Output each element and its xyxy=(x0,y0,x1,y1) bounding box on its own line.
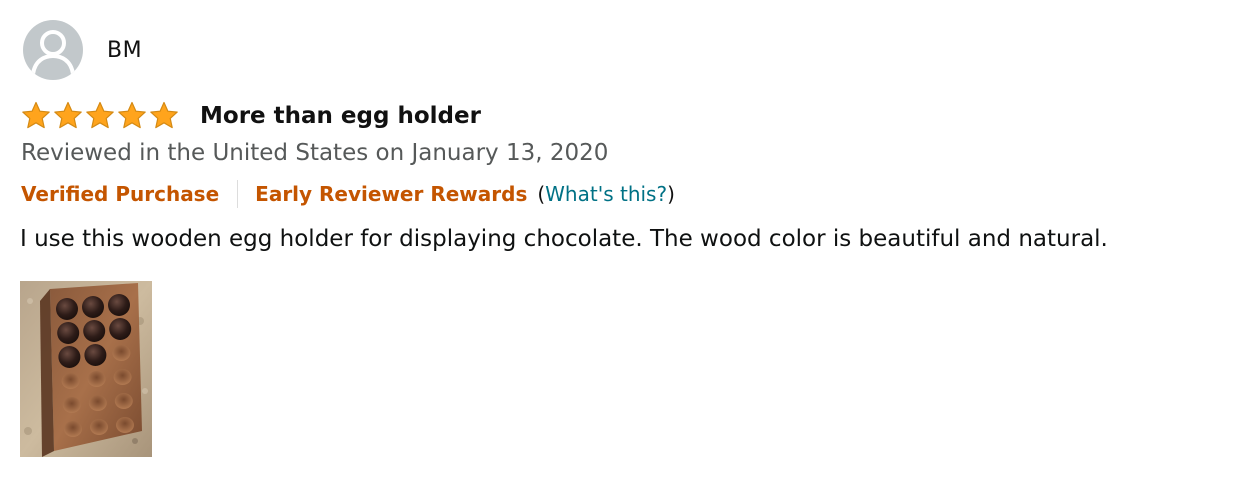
review-title[interactable]: More than egg holder xyxy=(200,103,481,129)
review-badges: Verified Purchase Early Reviewer Rewards… xyxy=(21,178,675,210)
star-icon xyxy=(54,101,82,129)
star-icon xyxy=(86,101,114,129)
paren-open: ( xyxy=(537,182,546,206)
empty-egg-slot xyxy=(116,417,134,433)
chocolate-truffle xyxy=(56,298,78,320)
star-icon xyxy=(150,101,178,129)
reviewer-name[interactable]: BM xyxy=(107,38,142,63)
chocolate-truffle xyxy=(58,346,81,368)
whats-this-link[interactable]: What's this? xyxy=(545,182,667,206)
chocolate-truffle xyxy=(83,320,106,342)
review-photo-thumbnail[interactable] xyxy=(20,281,152,457)
avatar[interactable] xyxy=(23,20,83,80)
user-silhouette-icon xyxy=(31,30,75,75)
empty-egg-slot xyxy=(62,397,81,413)
chocolate-truffle xyxy=(82,296,104,318)
star-rating[interactable] xyxy=(20,100,180,132)
chocolate-truffle xyxy=(84,344,107,366)
reviewer-profile[interactable]: BM xyxy=(23,20,142,80)
empty-egg-slot xyxy=(113,369,132,385)
review-title-row: More than egg holder xyxy=(20,100,481,132)
empty-egg-slot xyxy=(87,371,106,387)
whats-this-wrapper: (What's this?) xyxy=(537,182,675,206)
star-icon xyxy=(22,101,50,129)
star-icon xyxy=(118,101,146,129)
empty-egg-slot xyxy=(114,393,133,409)
review-date: Reviewed in the United States on January… xyxy=(21,140,609,166)
empty-egg-slot xyxy=(88,395,107,411)
empty-egg-slot xyxy=(112,345,131,361)
empty-egg-slot xyxy=(64,421,82,437)
empty-egg-slot xyxy=(90,419,108,435)
review-card: BM More than egg holder Reviewed in the … xyxy=(0,0,1249,481)
paren-close: ) xyxy=(667,182,675,206)
early-reviewer-badge: Early Reviewer Rewards xyxy=(255,182,528,206)
review-body: I use this wooden egg holder for display… xyxy=(20,226,1108,252)
chocolate-truffle xyxy=(57,322,80,344)
chocolate-egg-holder-image xyxy=(20,281,152,457)
chocolate-truffle xyxy=(108,294,130,316)
chocolate-truffle xyxy=(109,318,132,340)
verified-purchase-badge: Verified Purchase xyxy=(21,182,220,206)
badge-divider xyxy=(237,180,239,208)
empty-egg-slot xyxy=(61,373,80,389)
